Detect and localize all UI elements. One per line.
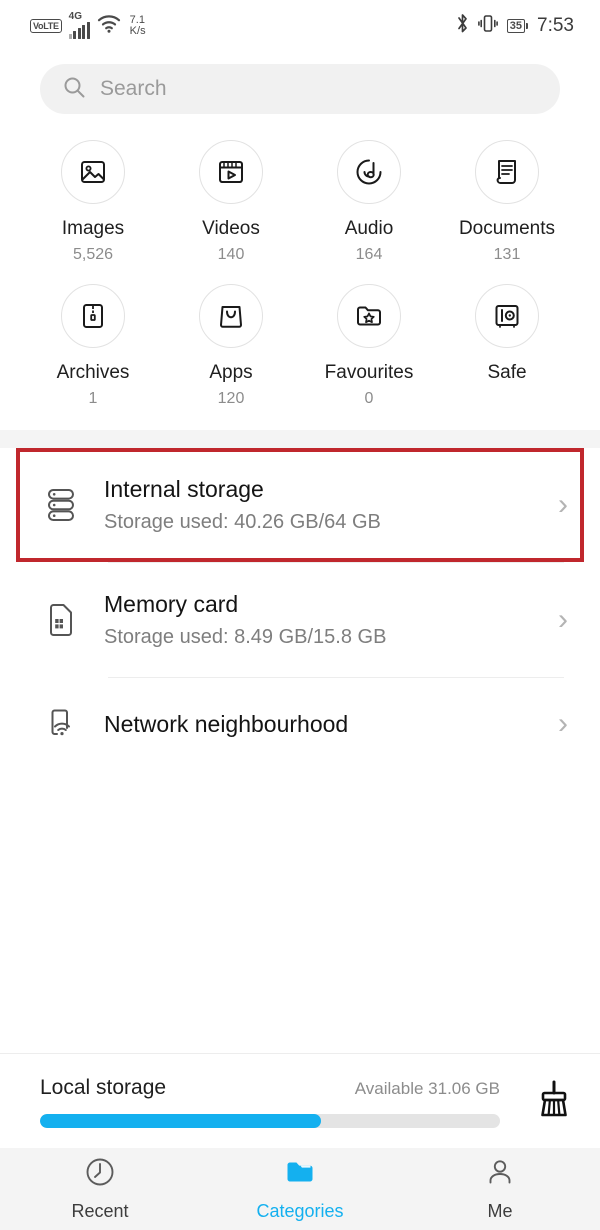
sd-card-icon bbox=[34, 601, 88, 639]
network-speed-unit: K/s bbox=[129, 25, 146, 37]
internal-storage-icon bbox=[34, 486, 88, 524]
local-storage-header: Local storage Available 31.06 GB bbox=[40, 1076, 514, 1100]
battery-icon: 35 bbox=[506, 19, 529, 33]
tab-me[interactable]: Me bbox=[400, 1156, 600, 1222]
document-icon bbox=[475, 140, 539, 204]
volte-icon: VoLTE bbox=[30, 19, 62, 33]
network-speed: 7.1 K/s bbox=[129, 13, 146, 38]
tab-label: Categories bbox=[256, 1201, 344, 1221]
local-storage-main: Local storage Available 31.06 GB bbox=[40, 1076, 514, 1128]
tab-label: Me bbox=[487, 1201, 513, 1221]
local-storage-progress-track bbox=[40, 1114, 500, 1128]
vibrate-icon bbox=[477, 13, 498, 39]
category-label: Favourites bbox=[324, 362, 414, 383]
storage-row-network[interactable]: Network neighbourhood › bbox=[0, 678, 600, 770]
chevron-right-icon[interactable]: › bbox=[558, 605, 574, 635]
favourites-icon bbox=[337, 284, 401, 348]
cellular-signal-icon: 4G bbox=[68, 11, 90, 39]
category-count: 140 bbox=[217, 246, 245, 263]
apps-icon bbox=[199, 284, 263, 348]
image-icon bbox=[61, 140, 125, 204]
bluetooth-icon bbox=[456, 13, 469, 39]
category-count: 131 bbox=[493, 246, 521, 263]
clock-time: 7:53 bbox=[537, 15, 574, 36]
category-label: Safe bbox=[487, 362, 527, 383]
category-images[interactable]: Images 5,526 bbox=[24, 140, 162, 264]
storage-row-title: Network neighbourhood bbox=[104, 710, 349, 737]
bottom-navigation: Recent Categories Me bbox=[0, 1148, 600, 1230]
network-generation-label: 4G bbox=[68, 11, 83, 22]
storage-row-title: Memory card bbox=[104, 591, 239, 617]
category-archives[interactable]: Archives 1 bbox=[24, 284, 162, 408]
network-neighbourhood-icon bbox=[34, 706, 88, 742]
category-label: Videos bbox=[202, 218, 260, 239]
tab-label: Recent bbox=[71, 1201, 129, 1221]
storage-row-memory-card[interactable]: Memory card Storage used: 8.49 GB/15.8 G… bbox=[0, 563, 600, 677]
safe-icon bbox=[475, 284, 539, 348]
category-audio[interactable]: Audio 164 bbox=[300, 140, 438, 264]
category-label: Archives bbox=[56, 362, 130, 383]
status-bar-right: 35 7:53 bbox=[456, 13, 574, 39]
audio-icon bbox=[337, 140, 401, 204]
category-count: 5,526 bbox=[72, 246, 114, 263]
archive-icon bbox=[61, 284, 125, 348]
storage-row-internal[interactable]: Internal storage Storage used: 40.26 GB/… bbox=[0, 448, 600, 562]
search-bar[interactable]: Search bbox=[40, 64, 560, 114]
wifi-icon bbox=[97, 14, 121, 38]
search-input[interactable]: Search bbox=[100, 77, 167, 101]
person-icon bbox=[484, 1156, 516, 1193]
category-apps[interactable]: Apps 120 bbox=[162, 284, 300, 408]
category-label: Images bbox=[61, 218, 125, 239]
category-label: Audio bbox=[344, 218, 394, 239]
category-label: Documents bbox=[458, 218, 556, 239]
local-storage-progress-fill bbox=[40, 1114, 321, 1128]
battery-level: 35 bbox=[506, 19, 526, 33]
broom-icon[interactable] bbox=[534, 1079, 574, 1126]
folder-icon bbox=[284, 1156, 316, 1193]
category-documents[interactable]: Documents 131 bbox=[438, 140, 576, 264]
category-videos[interactable]: Videos 140 bbox=[162, 140, 300, 264]
storage-row-title: Internal storage bbox=[104, 476, 264, 502]
tab-recent[interactable]: Recent bbox=[0, 1156, 200, 1222]
local-storage-available: Available 31.06 GB bbox=[354, 1079, 500, 1098]
section-divider bbox=[0, 430, 600, 448]
tab-categories[interactable]: Categories bbox=[200, 1156, 400, 1222]
search-area: Search bbox=[0, 52, 600, 114]
category-count: 0 bbox=[364, 390, 374, 407]
category-grid: Images 5,526 Videos 140 Audio 164 Docume… bbox=[0, 114, 600, 408]
storage-row-subtitle: Storage used: 8.49 GB/15.8 GB bbox=[104, 626, 387, 648]
category-count: 1 bbox=[88, 390, 98, 407]
storage-row-text: Internal storage Storage used: 40.26 GB/… bbox=[88, 476, 558, 534]
category-label: Apps bbox=[209, 362, 253, 383]
storage-row-text: Network neighbourhood bbox=[88, 711, 558, 738]
category-safe[interactable]: Safe bbox=[438, 284, 576, 408]
status-bar: VoLTE 4G 7.1 K/s 35 7:53 bbox=[0, 0, 600, 52]
network-speed-value: 7.1 bbox=[129, 13, 145, 26]
local-storage-label: Local storage bbox=[40, 1076, 167, 1099]
video-icon bbox=[199, 140, 263, 204]
chevron-right-icon[interactable]: › bbox=[558, 490, 574, 520]
search-icon bbox=[62, 75, 86, 104]
category-count: 120 bbox=[217, 390, 245, 407]
storage-list: Internal storage Storage used: 40.26 GB/… bbox=[0, 448, 600, 770]
chevron-right-icon[interactable]: › bbox=[558, 709, 574, 739]
local-storage-panel: Local storage Available 31.06 GB bbox=[0, 1053, 600, 1148]
clock-icon bbox=[84, 1156, 116, 1193]
storage-row-text: Memory card Storage used: 8.49 GB/15.8 G… bbox=[88, 591, 558, 649]
status-bar-left: VoLTE 4G 7.1 K/s bbox=[30, 11, 146, 39]
category-count: 164 bbox=[355, 246, 383, 263]
category-favourites[interactable]: Favourites 0 bbox=[300, 284, 438, 408]
file-manager-screen: VoLTE 4G 7.1 K/s 35 7:53 Search Images 5… bbox=[0, 0, 600, 1230]
storage-row-subtitle: Storage used: 40.26 GB/64 GB bbox=[104, 511, 381, 533]
